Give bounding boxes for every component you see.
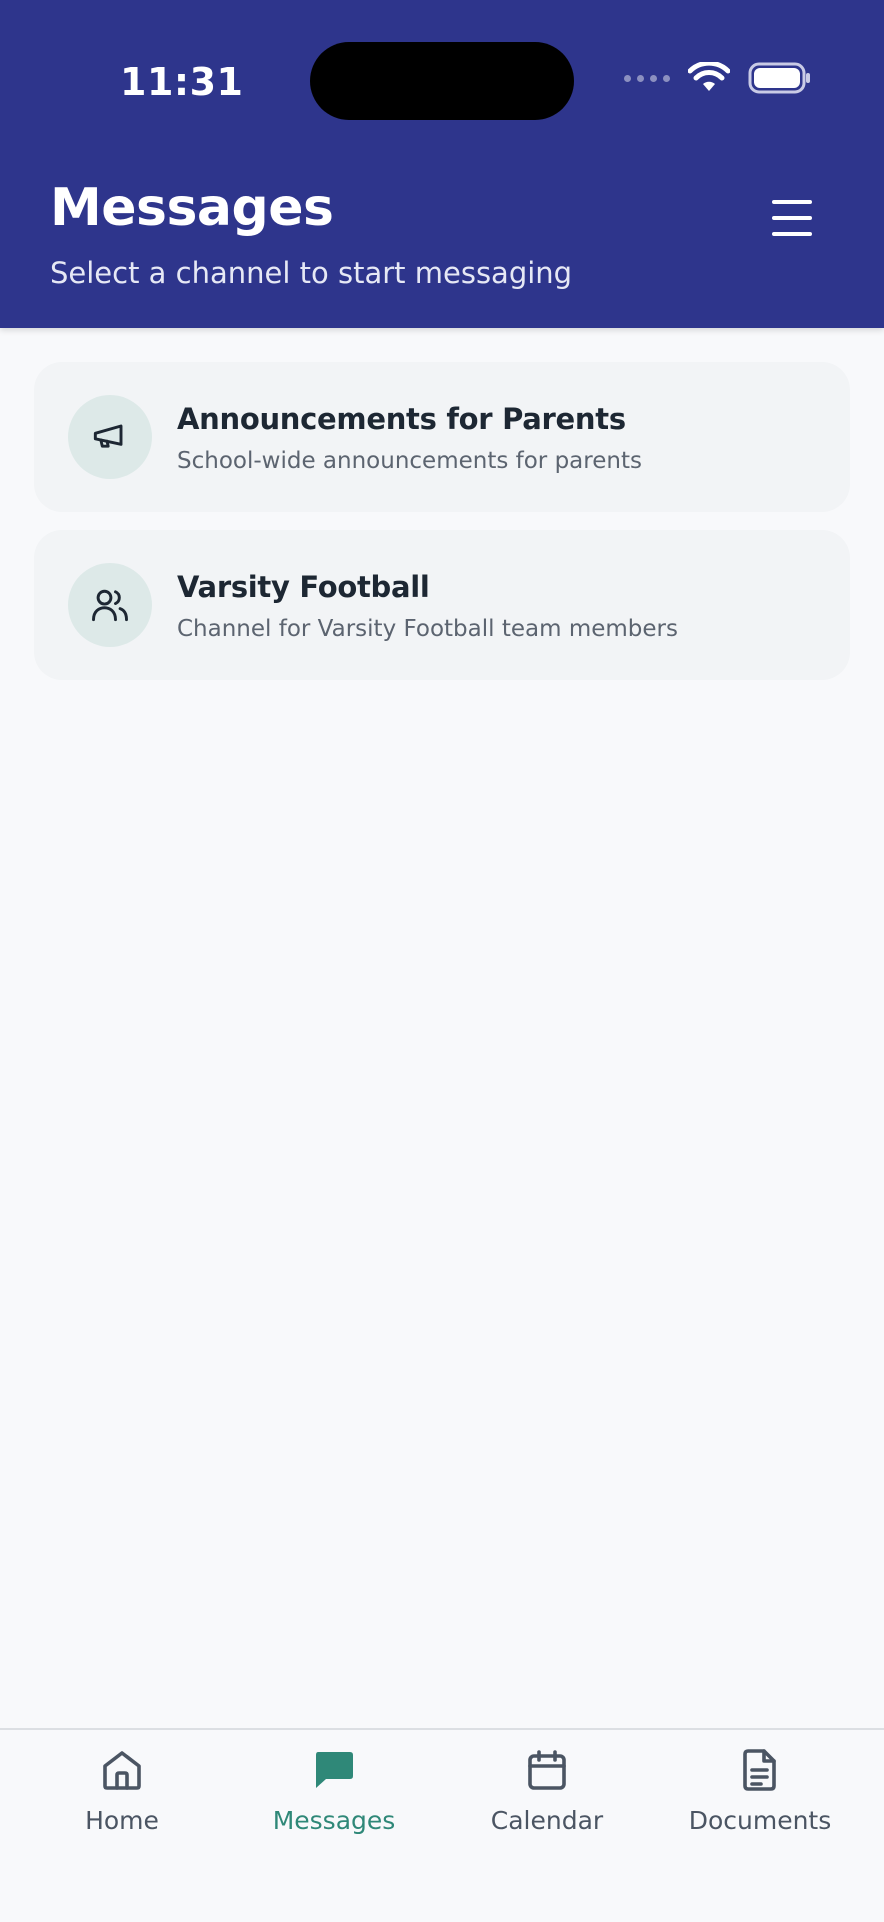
bottom-nav: Home Messages Calendar Documents xyxy=(0,1728,884,1922)
channel-description: School-wide announcements for parents xyxy=(177,448,642,474)
status-icons xyxy=(624,62,812,94)
wifi-icon xyxy=(688,62,730,91)
channel-list: Announcements for Parents School-wide an… xyxy=(34,362,850,698)
calendar-icon xyxy=(528,1750,566,1790)
nav-item-calendar[interactable]: Calendar xyxy=(447,1746,647,1856)
chat-icon xyxy=(316,1752,353,1788)
users-icon xyxy=(92,589,128,622)
channel-card-announcements[interactable]: Announcements for Parents School-wide an… xyxy=(34,362,850,512)
page-title: Messages xyxy=(50,178,334,238)
nav-label: Messages xyxy=(272,1806,396,1835)
app-header: 11:31 Messages Select a channel to start… xyxy=(0,0,884,328)
nav-item-documents[interactable]: Documents xyxy=(660,1746,860,1856)
channel-name: Varsity Football xyxy=(177,570,430,604)
nav-item-messages[interactable]: Messages xyxy=(234,1746,434,1856)
document-icon xyxy=(743,1749,776,1791)
menu-icon[interactable] xyxy=(762,196,822,240)
status-time: 11:31 xyxy=(120,60,244,104)
home-icon xyxy=(103,1751,141,1790)
channel-avatar xyxy=(68,395,152,479)
channel-description: Channel for Varsity Football team member… xyxy=(177,616,678,642)
nav-label: Documents xyxy=(688,1806,832,1835)
dynamic-island xyxy=(310,42,574,120)
nav-label: Home xyxy=(85,1806,159,1835)
channel-name: Announcements for Parents xyxy=(177,402,626,436)
battery-icon xyxy=(748,62,810,94)
signal-dots-icon xyxy=(624,74,670,82)
nav-label: Calendar xyxy=(490,1806,604,1835)
page-subtitle: Select a channel to start messaging xyxy=(50,256,573,290)
channel-card-varsity-football[interactable]: Varsity Football Channel for Varsity Foo… xyxy=(34,530,850,680)
channel-avatar xyxy=(68,563,152,647)
nav-item-home[interactable]: Home xyxy=(22,1746,222,1856)
megaphone-icon xyxy=(93,424,123,448)
